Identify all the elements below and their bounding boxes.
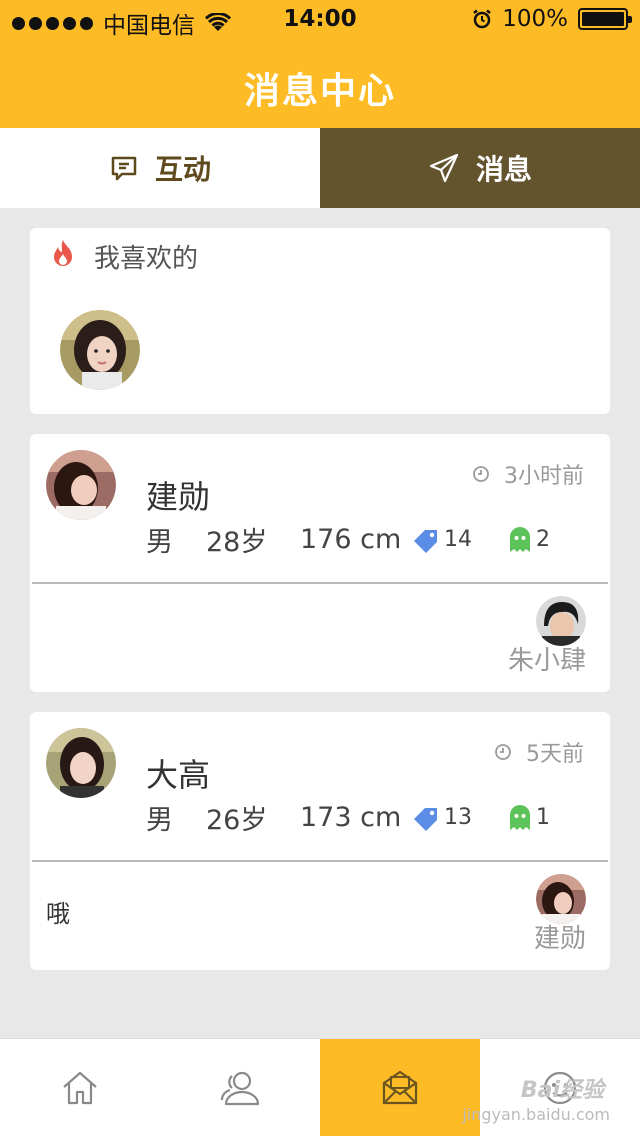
nav-home[interactable] xyxy=(0,1039,160,1136)
ghost-badge: 2 xyxy=(508,526,550,554)
likes-title: 我喜欢的 xyxy=(94,244,199,274)
status-bar: 中国电信 14:00 100% xyxy=(0,0,640,40)
ghost-count: 2 xyxy=(536,527,550,552)
sender-name: 朱小肆 xyxy=(507,646,586,676)
gender: 男 xyxy=(146,805,173,836)
ghost-icon xyxy=(510,526,530,552)
tab-interact-label: 互动 xyxy=(154,153,211,186)
status-right: 100% xyxy=(472,6,632,32)
avatar[interactable] xyxy=(60,310,140,390)
ghost-count: 1 xyxy=(536,805,550,830)
message-text: 哦 xyxy=(46,900,70,928)
watermark-logo: Bai经验 xyxy=(520,1078,604,1103)
ghost-badge: 1 xyxy=(508,804,550,832)
tag-count: 13 xyxy=(444,805,472,830)
message-name: 大高 xyxy=(146,756,211,794)
tab-bar: 互动 消息 xyxy=(0,128,640,208)
watermark-url: jingyan.baidu.com xyxy=(462,1105,610,1124)
fire-icon xyxy=(54,240,72,266)
avatar[interactable] xyxy=(46,450,116,520)
sender-avatar[interactable] xyxy=(536,596,586,646)
message-time: 5天前 xyxy=(494,736,584,768)
nav-contacts[interactable] xyxy=(160,1039,320,1136)
send-icon xyxy=(429,153,459,183)
message-header: 大高 5天前 男 26岁 173 cm 13 1 xyxy=(30,712,610,860)
tab-messages-label: 消息 xyxy=(475,153,532,186)
mail-icon xyxy=(382,1070,418,1105)
message-body: 哦 建勋 xyxy=(30,862,610,970)
battery-icon xyxy=(578,8,632,30)
height: 176 cm xyxy=(300,524,402,555)
tag-badge: 14 xyxy=(412,527,508,553)
message-card[interactable]: 大高 5天前 男 26岁 173 cm 13 1 哦 建勋 xyxy=(30,712,610,970)
message-body: 朱小肆 xyxy=(30,584,610,692)
message-header: 建勋 3小时前 男 28岁 176 cm 14 2 xyxy=(30,434,610,582)
chat-edit-icon xyxy=(111,156,137,181)
home-icon xyxy=(63,1071,97,1105)
header: 中国电信 14:00 100% 消息中心 xyxy=(0,0,640,128)
tag-count: 14 xyxy=(444,527,472,552)
gender: 男 xyxy=(146,527,173,558)
message-card[interactable]: 建勋 3小时前 男 28岁 176 cm 14 2 朱小肆 xyxy=(30,434,610,692)
tab-interact[interactable]: 互动 xyxy=(0,128,320,208)
message-time-text: 3小时前 xyxy=(504,464,584,489)
height: 173 cm xyxy=(300,802,402,833)
age: 26岁 xyxy=(206,805,268,836)
message-time-text: 5天前 xyxy=(526,742,584,767)
tag-icon xyxy=(414,807,437,831)
contacts-icon xyxy=(220,1071,260,1106)
sender-name: 建勋 xyxy=(533,924,586,954)
message-name: 建勋 xyxy=(146,478,211,516)
age: 28岁 xyxy=(206,527,268,558)
battery-percent: 100% xyxy=(502,6,568,32)
sender-avatar[interactable] xyxy=(536,874,586,924)
clock-icon xyxy=(473,466,489,482)
tag-icon xyxy=(414,529,437,553)
clock-icon xyxy=(495,744,511,760)
tag-badge: 13 xyxy=(412,805,508,831)
message-profile-info: 男 28岁 176 cm 14 2 xyxy=(146,520,550,559)
alarm-icon xyxy=(473,9,492,29)
message-time: 3小时前 xyxy=(472,458,584,490)
bottom-nav: Bai经验 jingyan.baidu.com xyxy=(0,1038,640,1136)
ghost-icon xyxy=(510,804,530,830)
nav-messages[interactable] xyxy=(320,1039,480,1136)
avatar[interactable] xyxy=(46,728,116,798)
page-title: 消息中心 xyxy=(243,71,396,112)
likes-card[interactable]: 我喜欢的 xyxy=(30,228,610,414)
message-profile-info: 男 26岁 173 cm 13 1 xyxy=(146,798,550,837)
tab-messages[interactable]: 消息 xyxy=(320,128,640,208)
